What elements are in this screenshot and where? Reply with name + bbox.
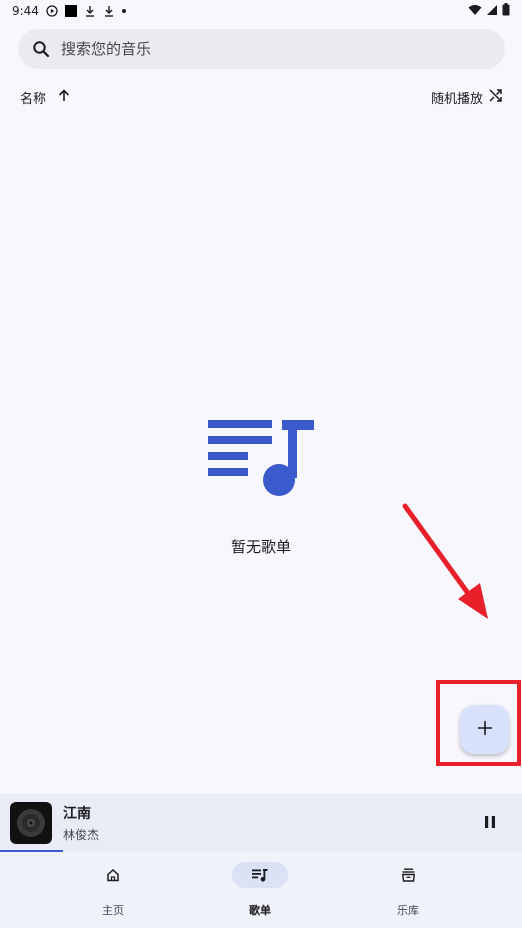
shuffle-label: 随机播放 <box>430 91 483 107</box>
library-icon <box>401 868 415 882</box>
playlist-icon <box>252 868 268 882</box>
annotation-arrow-icon <box>402 503 488 619</box>
track-artist: 林俊杰 <box>63 828 100 842</box>
vinyl-disc-icon <box>17 809 45 837</box>
sort-row: 名称 随机播放 <box>20 86 502 108</box>
play-circle-icon <box>46 5 58 17</box>
arrow-up-icon <box>58 88 70 106</box>
track-info: 江南 林俊杰 <box>63 803 99 843</box>
download-icon <box>84 5 96 17</box>
wifi-icon <box>468 4 482 19</box>
search-input[interactable] <box>61 40 505 58</box>
shuffle-icon <box>489 88 502 106</box>
signal-icon <box>486 4 498 19</box>
pause-icon <box>484 815 496 832</box>
add-playlist-button[interactable] <box>460 705 509 754</box>
empty-state-text: 暂无歌单 <box>230 538 291 556</box>
nav-label-library: 乐库 <box>397 904 419 917</box>
nav-label-playlist: 歌单 <box>249 904 271 917</box>
nav-item-home[interactable]: 主页 <box>0 852 226 928</box>
nav-item-playlist[interactable]: 歌单 <box>226 852 294 928</box>
home-icon <box>107 868 119 882</box>
search-icon <box>32 40 50 58</box>
search-bar[interactable] <box>18 29 505 69</box>
nav-label-home: 主页 <box>102 904 124 917</box>
album-art[interactable] <box>10 802 52 844</box>
nav-pill-library <box>380 862 436 888</box>
notification-square-icon <box>64 5 77 17</box>
track-title: 江南 <box>63 806 91 822</box>
nav-pill-playlist <box>232 862 288 888</box>
sort-by-name-button[interactable]: 名称 <box>20 88 70 107</box>
download-icon <box>103 5 115 17</box>
pause-button[interactable] <box>479 812 501 834</box>
mini-player[interactable]: 江南 林俊杰 <box>0 794 522 852</box>
battery-icon <box>502 3 510 19</box>
status-time: 9:44 <box>12 4 39 18</box>
nav-pill-home <box>85 862 141 888</box>
sort-name-label: 名称 <box>20 91 47 107</box>
plus-icon <box>477 720 493 739</box>
status-bar: 9:44 <box>0 0 522 22</box>
bottom-navigation: 主页 歌单 乐库 <box>0 852 522 928</box>
playlist-empty-icon <box>208 420 314 496</box>
more-notifications-dot-icon <box>121 9 126 13</box>
nav-item-library[interactable]: 乐库 <box>294 852 522 928</box>
shuffle-play-button[interactable]: 随机播放 <box>431 88 502 107</box>
